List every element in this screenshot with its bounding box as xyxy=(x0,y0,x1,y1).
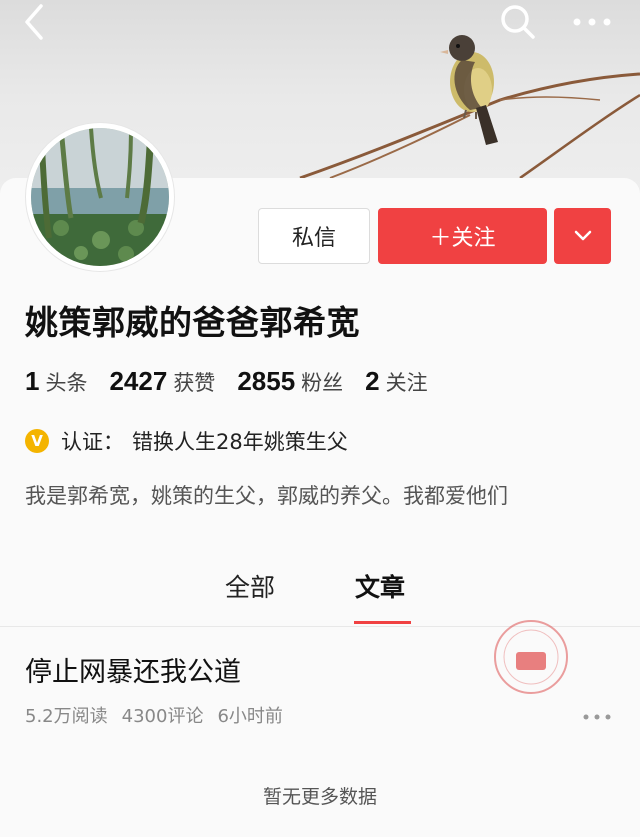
article-reads: 5.2万阅读 xyxy=(25,706,108,727)
profile-bio: 我是郭希宽，姚策的生父，郭威的养父。我都爱他们 xyxy=(25,484,508,508)
stat-number: 2855 xyxy=(237,366,296,396)
tab-all[interactable]: 全部 xyxy=(225,568,275,604)
stat-number: 1 xyxy=(25,366,40,396)
article-title[interactable]: 停止网暴还我公道 xyxy=(25,650,241,689)
top-stamp-icon xyxy=(503,629,559,685)
stat-number: 2427 xyxy=(109,366,168,396)
stat-followers[interactable]: 2855 粉丝 xyxy=(237,366,343,397)
stat-label: 粉丝 xyxy=(301,371,344,395)
avatar-image xyxy=(31,128,169,266)
article-time: 6小时前 xyxy=(217,706,283,727)
stat-label: 获赞 xyxy=(173,371,216,395)
pinned-stamp-icon xyxy=(494,620,568,694)
search-icon xyxy=(501,5,535,39)
message-button[interactable]: 私信 xyxy=(258,208,370,264)
tab-articles[interactable]: 文章 xyxy=(355,568,405,604)
article-comments: 4300评论 xyxy=(121,706,204,727)
back-button[interactable] xyxy=(12,0,56,44)
verify-text: 错换人生28年姚策生父 xyxy=(132,430,348,454)
no-more-data-text: 暂无更多数据 xyxy=(262,786,377,808)
tab-bar xyxy=(0,548,640,628)
profile-stats: 1 头条 2427 获赞 2855 粉丝 2 关注 xyxy=(25,366,450,397)
chevron-down-icon xyxy=(574,230,591,241)
stat-number: 2 xyxy=(365,366,380,396)
verification-row: V 认证： 错换人生28年姚策生父 xyxy=(25,426,348,456)
search-button[interactable] xyxy=(496,0,540,44)
recommend-toggle-button[interactable] xyxy=(554,208,611,264)
chevron-left-icon xyxy=(25,4,43,40)
article-more-button[interactable] xyxy=(582,706,612,725)
profile-name: 姚策郭威的爸爸郭希宽 xyxy=(25,303,360,342)
more-horizontal-icon xyxy=(583,714,611,720)
more-button[interactable] xyxy=(568,0,616,44)
stat-label: 头条 xyxy=(45,371,88,395)
active-tab-indicator xyxy=(354,621,411,624)
verify-label: 认证： xyxy=(61,430,124,454)
stat-following[interactable]: 2 关注 xyxy=(365,366,427,397)
more-horizontal-icon xyxy=(573,18,611,26)
avatar[interactable] xyxy=(26,123,174,271)
follow-button[interactable]: ＋关注 xyxy=(378,208,547,264)
article-meta: 5.2万阅读 4300评论 6小时前 xyxy=(25,702,297,728)
verified-badge-icon: V xyxy=(25,429,49,453)
stat-label: 关注 xyxy=(385,371,428,395)
stat-likes[interactable]: 2427 获赞 xyxy=(109,366,215,397)
stat-articles[interactable]: 1 头条 xyxy=(25,366,87,397)
